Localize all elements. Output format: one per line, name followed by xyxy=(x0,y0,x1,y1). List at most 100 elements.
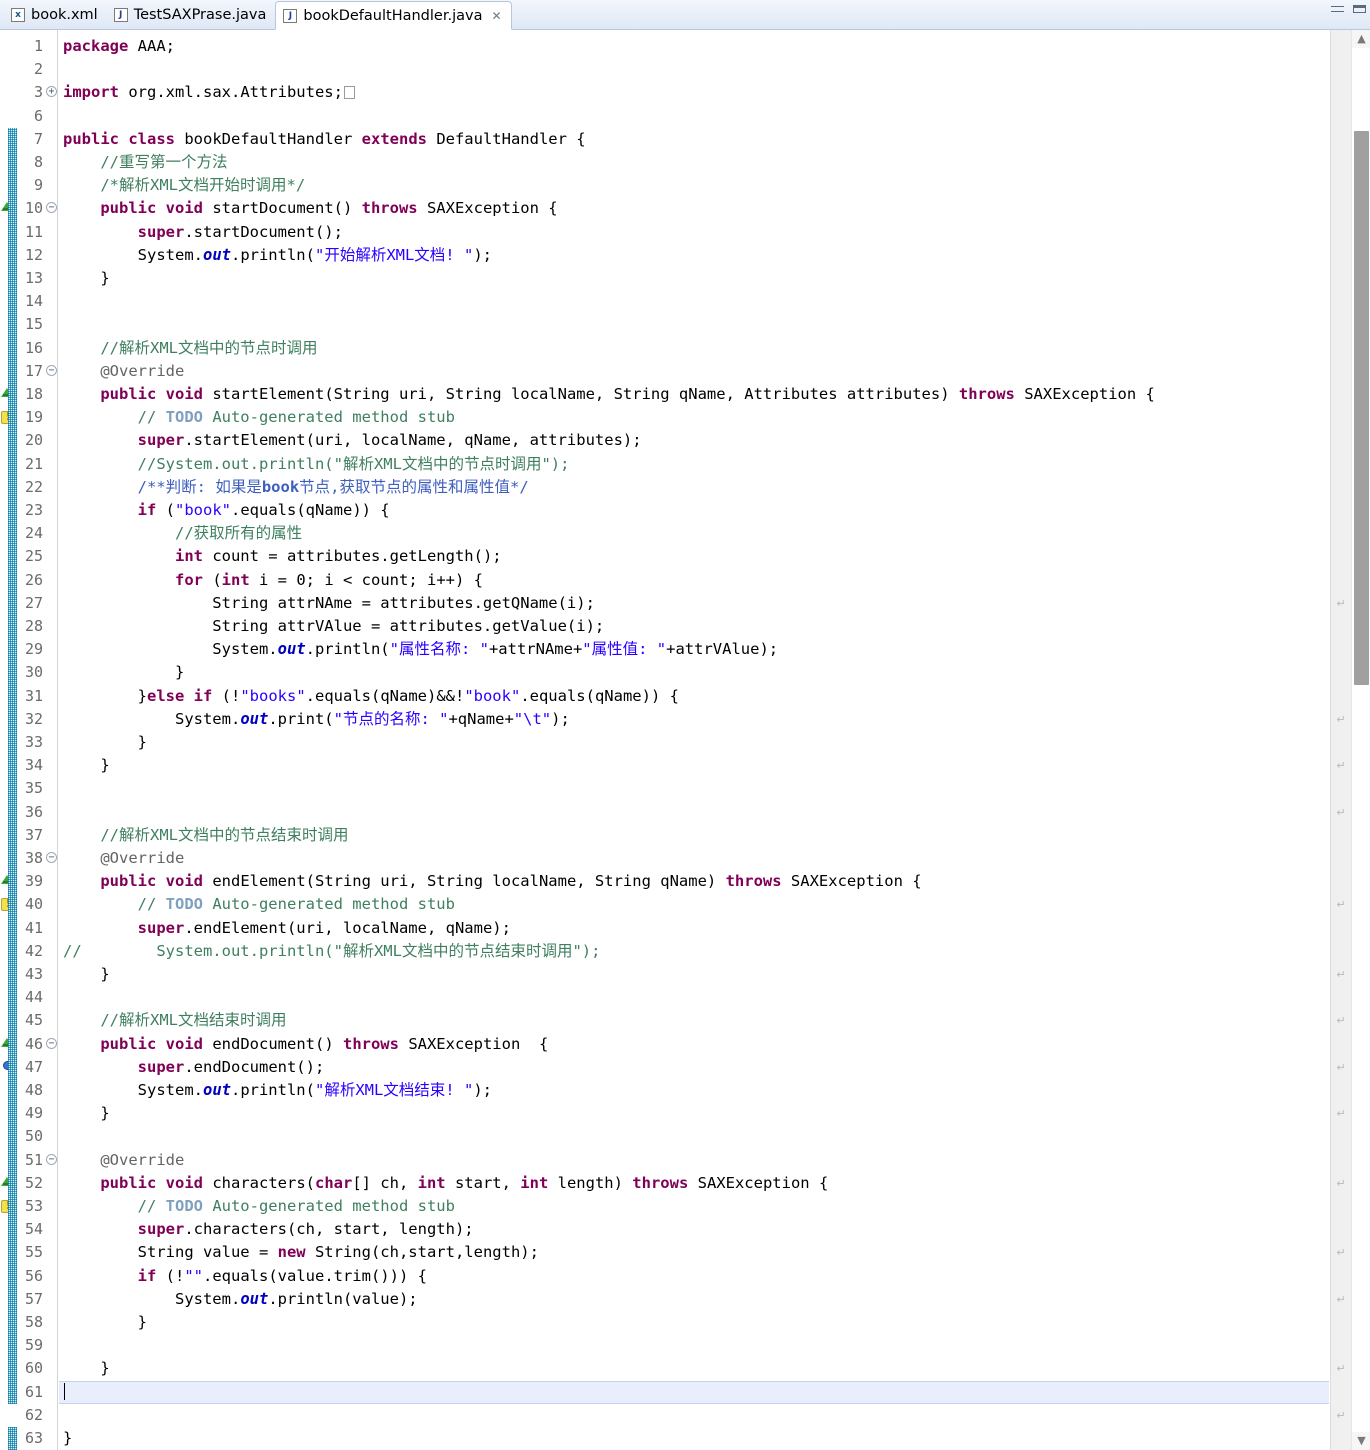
code-line[interactable]: super.characters(ch, start, length); xyxy=(59,1218,1329,1241)
code-line[interactable]: @Override xyxy=(59,360,1329,383)
code-line[interactable] xyxy=(59,105,1329,128)
code-line[interactable]: System.out.println(value); xyxy=(59,1288,1329,1311)
collapsed-region-icon[interactable] xyxy=(343,86,355,100)
code-line[interactable]: System.out.print("节点的名称: "+qName+"\t"); xyxy=(59,708,1329,731)
code-line[interactable]: } xyxy=(59,1102,1329,1125)
code-line[interactable]: } xyxy=(59,267,1329,290)
code-line[interactable]: String value = new String(ch,start,lengt… xyxy=(59,1241,1329,1264)
code-line[interactable]: } xyxy=(59,1427,1329,1450)
code-line[interactable]: String attrVAlue = attributes.getValue(i… xyxy=(59,615,1329,638)
code-line[interactable]: /*解析XML文档开始时调用*/ xyxy=(59,174,1329,197)
code-line[interactable]: if (!"".equals(value.trim())) { xyxy=(59,1265,1329,1288)
code-line[interactable] xyxy=(59,1404,1329,1427)
line-number: 1 xyxy=(33,37,43,55)
code-line[interactable] xyxy=(59,777,1329,800)
code-line[interactable]: public void endDocument() throws SAXExce… xyxy=(59,1033,1329,1056)
code-line[interactable] xyxy=(59,1125,1329,1148)
code-token-todo: TODO xyxy=(165,1197,203,1215)
code-line[interactable] xyxy=(59,801,1329,824)
code-line[interactable]: System.out.println("属性名称: "+attrNAme+"属性… xyxy=(59,638,1329,661)
code-line[interactable]: //重写第一个方法 xyxy=(59,151,1329,174)
code-line[interactable]: /**判断: 如果是book节点,获取节点的属性和属性值*/ xyxy=(59,476,1329,499)
line-number: 49 xyxy=(24,1104,43,1123)
code-line[interactable]: public void startElement(String uri, Str… xyxy=(59,383,1329,406)
code-line[interactable]: } xyxy=(59,754,1329,777)
eclipse-editor-window: x book.xml J TestSAXPrase.java JbookDefaultH… xyxy=(0,0,1370,1450)
code-token-kw: throws xyxy=(725,872,782,891)
code-line[interactable] xyxy=(59,313,1329,336)
code-editor[interactable]: 1236789101112131415161718192021222324252… xyxy=(0,30,1370,1450)
code-line[interactable]: //解析XML文档中的节点时调用 xyxy=(59,337,1329,360)
code-line[interactable] xyxy=(59,1334,1329,1357)
code-line[interactable]: //获取所有的属性 xyxy=(59,522,1329,545)
code-line-current[interactable] xyxy=(59,1380,1329,1404)
line-number: 16 xyxy=(24,338,43,357)
code-line[interactable]: public void endElement(String uri, Strin… xyxy=(59,870,1329,893)
code-token-plain: count = attributes.getLength(); xyxy=(202,547,502,566)
code-token-plain: AAA; xyxy=(128,37,175,55)
fold-collapse-icon[interactable]: − xyxy=(46,364,57,376)
code-line[interactable]: } xyxy=(59,1357,1329,1380)
fold-expand-icon[interactable]: + xyxy=(46,86,57,98)
code-line[interactable]: package AAA; xyxy=(59,35,1329,58)
code-line[interactable]: public class bookDefaultHandler extends … xyxy=(59,128,1329,151)
vertical-scrollbar[interactable]: ▲ ▼ xyxy=(1351,30,1370,1450)
close-icon[interactable]: ✕ xyxy=(491,9,501,23)
code-line[interactable]: super.startDocument(); xyxy=(59,221,1329,244)
code-line[interactable]: @Override xyxy=(59,847,1329,870)
code-line[interactable]: //解析XML文档结束时调用 xyxy=(59,1009,1329,1032)
code-line[interactable]: // TODO Auto-generated method stub xyxy=(59,1195,1329,1218)
code-line[interactable]: // TODO Auto-generated method stub xyxy=(59,406,1329,429)
code-line[interactable] xyxy=(59,58,1329,81)
fold-collapse-icon[interactable]: − xyxy=(46,1037,57,1049)
fold-collapse-icon[interactable]: − xyxy=(46,852,57,863)
code-line[interactable]: } xyxy=(59,661,1329,684)
code-line[interactable]: super.endElement(uri, localName, qName); xyxy=(59,917,1329,940)
code-line[interactable]: System.out.println("开始解析XML文档! "); xyxy=(59,244,1329,267)
code-line[interactable]: public void characters(char[] ch, int st… xyxy=(59,1172,1329,1195)
code-line[interactable]: //System.out.println("解析XML文档中的节点时调用"); xyxy=(59,453,1329,476)
code-line[interactable]: } xyxy=(59,963,1329,986)
editor-tab-book-xml[interactable]: x book.xml xyxy=(4,1,107,29)
minimize-icon[interactable] xyxy=(1330,2,1346,16)
code-line[interactable] xyxy=(59,290,1329,313)
code-line[interactable]: String attrNAme = attributes.getQName(i)… xyxy=(59,592,1329,615)
annotation-marker-ruler[interactable] xyxy=(0,30,17,1450)
code-line[interactable]: //解析XML文档中的节点结束时调用 xyxy=(59,824,1329,847)
code-line[interactable]: } xyxy=(59,731,1329,754)
code-line[interactable]: super.endDocument(); xyxy=(59,1056,1329,1079)
code-line[interactable]: @Override xyxy=(59,1149,1329,1172)
scroll-up-arrow[interactable]: ▲ xyxy=(1352,30,1370,48)
code-line[interactable] xyxy=(59,986,1329,1009)
code-token-plain: +attrVAlue); xyxy=(666,640,779,659)
code-token-plain: System. xyxy=(63,640,278,659)
code-line[interactable]: // TODO Auto-generated method stub xyxy=(59,893,1329,916)
code-line[interactable]: } xyxy=(59,1311,1329,1334)
word-wrap-marker-icon: ↵ xyxy=(1336,1107,1346,1121)
code-line[interactable]: if ("book".equals(qName)) { xyxy=(59,499,1329,522)
line-number: 24 xyxy=(24,524,43,543)
code-line[interactable]: }else if (!"books".equals(qName)&&!"book… xyxy=(59,685,1329,708)
maximize-icon[interactable] xyxy=(1352,2,1368,16)
code-text-area[interactable]: package AAA; import org.xml.sax.Attribute… xyxy=(59,30,1329,1450)
scrollbar-thumb[interactable] xyxy=(1354,131,1369,685)
fold-collapse-icon[interactable]: − xyxy=(46,1153,57,1165)
code-token-plain: ( xyxy=(202,570,222,589)
fold-collapse-icon[interactable]: − xyxy=(46,202,57,214)
editor-tab-testsaxprase-java[interactable]: J TestSAXPrase.java xyxy=(107,1,276,29)
code-line[interactable]: // System.out.println("解析XML文档中的节点结束时调用"… xyxy=(59,940,1329,963)
code-token-cmt: //获取所有的属性 xyxy=(63,524,303,543)
code-line[interactable]: import org.xml.sax.Attributes; xyxy=(59,81,1329,104)
code-token-kw: public xyxy=(100,385,157,403)
editor-tab-bookdefaulthandler-java[interactable]: JbookDefaultHandler.java ✕ xyxy=(275,1,512,30)
overview-ruler[interactable]: ↵ ↵ ↵ ↵ ↵ ↵ ↵ ↵ ↵ ↵ ↵ ↵ ↵ ↵ xyxy=(1330,30,1351,1450)
folding-ruler[interactable]: + − − − − − xyxy=(45,30,58,1450)
code-token-kw: void xyxy=(165,385,203,403)
code-line[interactable]: System.out.println("解析XML文档结束! "); xyxy=(59,1079,1329,1102)
code-line[interactable]: public void startDocument() throws SAXEx… xyxy=(59,197,1329,220)
code-line[interactable]: for (int i = 0; i < count; i++) { xyxy=(59,569,1329,592)
code-line[interactable]: super.startElement(uri, localName, qName… xyxy=(59,429,1329,452)
code-token-kw: int xyxy=(174,547,203,566)
scroll-down-arrow[interactable]: ▼ xyxy=(1352,1432,1370,1450)
code-line[interactable]: int count = attributes.getLength(); xyxy=(59,545,1329,568)
